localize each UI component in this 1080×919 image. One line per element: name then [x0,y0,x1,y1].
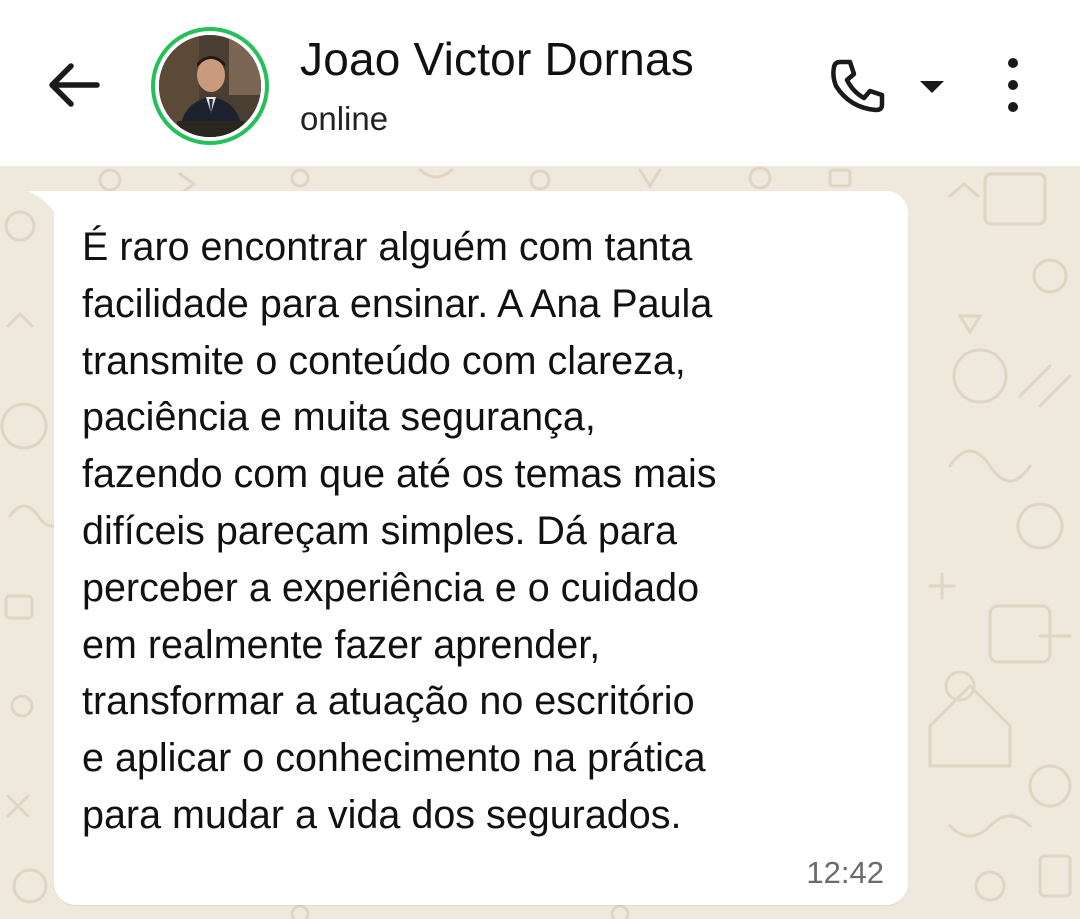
message-timestamp: 12:42 [806,855,884,890]
contact-status: online [300,100,389,137]
more-vert-icon-dot [1008,80,1018,90]
avatar-button[interactable] [151,27,269,145]
phone-icon [831,59,885,113]
more-vert-icon-dot [1008,102,1018,112]
message-line: fazendo com que até os temas mais [82,452,717,497]
more-vert-icon [1008,58,1018,68]
call-options-button[interactable] [918,78,946,96]
message-line: em realmente fazer aprender, [82,622,601,667]
message-line: perceber a experiência e o cuidado [82,565,700,610]
message-line: É raro encontrar alguém com tanta [82,225,693,269]
call-button[interactable] [826,56,888,114]
message-line: difíceis pareçam simples. Dá para [82,508,677,553]
back-arrow-icon [49,63,100,107]
message-line: transformar a atuação no escritório [82,679,695,724]
message-text: É raro encontrar alguém com tanta facili… [82,219,882,844]
contact-name[interactable]: Joao Victor Dornas [300,32,694,86]
more-options-button[interactable] [996,58,1030,112]
message-line: e aplicar o conhecimento na prática [82,736,706,781]
chat-header: Joao Victor Dornas online [0,0,1080,166]
message-line: facilidade para ensinar. A Ana Paula [82,281,713,326]
back-button[interactable] [44,58,104,112]
message-line: paciência e muita segurança, [82,395,596,440]
chat-area[interactable]: É raro encontrar alguém com tanta facili… [0,166,1080,919]
message-line: transmite o conteúdo com clareza, [82,338,686,383]
avatar [159,35,261,137]
message-line: para mudar a vida dos segurados. [82,792,682,837]
message-bubble[interactable]: É raro encontrar alguém com tanta facili… [54,191,908,905]
caret-down-icon [920,81,944,93]
